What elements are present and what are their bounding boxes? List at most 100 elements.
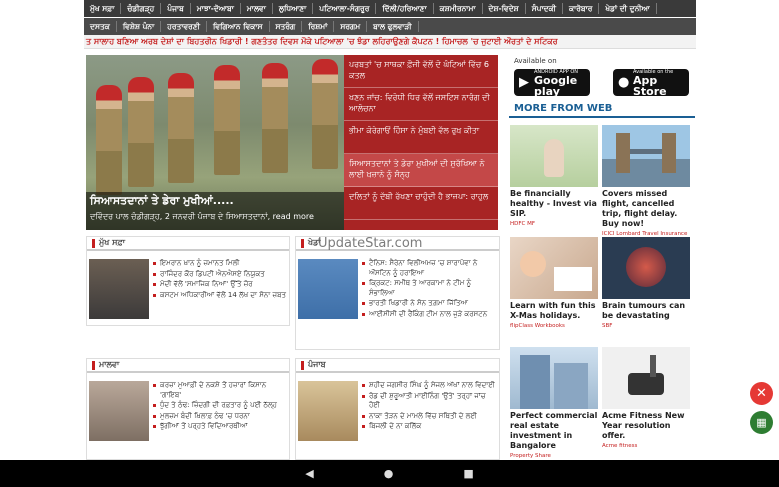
google-play-badge[interactable]: ▶ ANDROID APP ON Google play: [514, 69, 590, 97]
list-item[interactable]: ਮੁਲਜ਼ਮ ਬੰਦੀ ਖ਼ਿਲਾਫ਼ ਠੰਢ 'ਚ ਧਰਨਾ: [153, 412, 287, 422]
available-on-label: Available on: [514, 57, 557, 65]
news-thumbnail[interactable]: [89, 259, 149, 319]
nav-item[interactable]: ਕਸ਼ਮੀਰਨਾਮਾ: [434, 3, 483, 14]
nav-item[interactable]: ਦੇਸ਼-ਵਿਦੇਸ਼: [483, 3, 526, 14]
list-item[interactable]: ਟੈਨਿਸ: ਸੈਰੇਨਾ ਵਿਲੀਅਮਜ਼ 'ਚ ਸ਼ਾਰਾਪੋਵਾ ਨੇ ਔ…: [362, 259, 497, 278]
ad-card[interactable]: Brain tumours can be devastating SBF: [602, 237, 690, 329]
list-item[interactable]: ਧੁੰਦ ਤੇ ਠੰਢ: ਜ਼ਿੰਦਗੀ ਦੀ ਰਫ਼ਤਾਰ ਨੂੰ ਪਈ ਠੱ…: [153, 401, 287, 411]
soldier-figure: [96, 85, 122, 195]
news-list: ਕਰਜ਼ਾ ਮੁਆਫ਼ੀ ਦੇ ਨਕਸ਼ੇ ਤੋਂ ਹਜ਼ਾਰਾਂ ਕਿਸਾਨ …: [153, 381, 287, 433]
more-from-web-header: MORE FROM WEB: [509, 103, 695, 118]
list-item[interactable]: ਇਮਰਾਨ ਖ਼ਾਨ ਨੂੰ ਜ਼ਮਾਨਤ ਮਿਲੀ: [153, 259, 287, 269]
ad-card[interactable]: Learn with fun this X-Mas holidays. flip…: [510, 237, 598, 329]
news-thumbnail[interactable]: [89, 381, 149, 441]
list-item[interactable]: ਸ਼ਹੀਦ ਜਗਸੀਰ ਸਿੰਘ ਨੂੰ ਸੇਜਲ ਅੱਖਾਂ ਨਾਲ ਵਿਦਾ…: [362, 381, 497, 391]
home-icon[interactable]: ●: [384, 467, 394, 480]
list-item[interactable]: ਭਾਰਤੀ ਖਿਡਾਰੀ ਨੇ ਸੋਨ ਤਗ਼ਮਾ ਜਿੱਤਿਆ: [362, 299, 497, 309]
app-store-badge[interactable]: ● Available on the App Store: [613, 69, 689, 97]
nav-item[interactable]: ਸਤਰੰਗ: [270, 21, 303, 32]
slider-caption[interactable]: ਦਵਿੰਦਰ ਪਾਲ ਚੰਡੀਗੜ੍ਹ, 2 ਜਨਵਰੀ ਪੰਜਾਬ ਦੇ ਸਿ…: [90, 212, 314, 222]
news-list: ਸ਼ਹੀਦ ਜਗਸੀਰ ਸਿੰਘ ਨੂੰ ਸੇਜਲ ਅੱਖਾਂ ਨਾਲ ਵਿਦਾ…: [362, 381, 497, 433]
slider-title[interactable]: ਸਿਆਸਤਦਾਨਾਂ ਤੇ ਡੇਰਾ ਮੁਖੀਆਂ.....: [90, 194, 234, 208]
section-malwa: ਮਾਲਵਾ ਕਰਜ਼ਾ ਮੁਆਫ਼ੀ ਦੇ ਨਕਸ਼ੇ ਤੋਂ ਹਜ਼ਾਰਾਂ …: [86, 358, 290, 460]
back-icon[interactable]: ◀: [305, 467, 313, 480]
news-ticker[interactable]: ਤ ਸਾਲਾਹ ਬਣਿਆ ਅਰਬ ਦੇਸ਼ਾਂ ਦਾ ਬਿਹਤਰੀਨ ਖਿਡਾਰ…: [84, 35, 696, 49]
headline-item[interactable]: ਭੀਮਾ ਕੋਰੇਗਾਓਂ ਹਿੰਸਾ ਨੇ ਮੁੰਬਈ ਵੱਲ ਰੁਖ਼ ਕੀ…: [344, 121, 498, 154]
ad-image: [602, 347, 690, 409]
recents-icon[interactable]: ■: [463, 467, 473, 480]
nav-item[interactable]: ਸਰਗਮ: [334, 21, 368, 32]
soldier-figure: [214, 65, 240, 175]
nav-item[interactable]: ਵਿਗਿਆਨ ਵਿਕਾਸ: [207, 21, 270, 32]
ad-card[interactable]: Perfect commercial real estate investmen…: [510, 347, 598, 459]
ad-title[interactable]: Covers missed flight, cancelled trip, fl…: [602, 189, 690, 229]
nav-item[interactable]: ਚੰਡੀਗੜ੍ਹ: [121, 3, 162, 14]
news-thumbnail[interactable]: [298, 381, 358, 441]
ad-card[interactable]: Acme Fitness New Year resolution offer. …: [602, 347, 690, 449]
ad-image: [602, 237, 690, 299]
watermark-text: UpdateStar.com: [318, 236, 423, 251]
nav-item[interactable]: ਪਟਿਆਲਾ-ਸੰਗਰੂਰ: [313, 3, 377, 14]
close-fab-button[interactable]: ✕: [750, 382, 773, 405]
ad-title[interactable]: Brain tumours can be devastating: [602, 301, 690, 321]
section-main: ਮੁੱਖ ਸਫ਼ਾ ਇਮਰਾਨ ਖ਼ਾਨ ਨੂੰ ਜ਼ਮਾਨਤ ਮਿਲੀ ਰਾਜ…: [86, 236, 290, 326]
ad-source: flipClass Workbooks: [510, 323, 565, 329]
list-item[interactable]: ਕ੍ਰਿਕਟ: ਸਮੀਥ ਤੇ ਆਰਕਾਮਾ ਨੇ ਟੀਮ ਨੂੰ ਸੰਭਾਲਿ…: [362, 279, 497, 298]
ad-image: [510, 237, 598, 299]
section-title[interactable]: ਮਾਲਵਾ: [99, 360, 119, 370]
nav-item[interactable]: ਮਾਲਵਾ: [241, 3, 273, 14]
nav-item[interactable]: ਦਿੱਲੀ/ਹਰਿਆਣਾ: [376, 3, 434, 14]
list-item[interactable]: ਕਸਟਮ ਅਧਿਕਾਰੀਆਂ ਵੱਲੋਂ 14 ਲੱਖ ਦਾ ਸੋਨਾ ਜ਼ਬਤ: [153, 291, 287, 301]
list-item[interactable]: ਰਾਜਿੰਦਰ ਕੌਰ ਡਿਪਟੀ ਐਨਐਸਏ ਨਿਯੁਕਤ: [153, 270, 287, 280]
section-header: ਪੰਜਾਬ: [296, 359, 499, 373]
nav-item[interactable]: ਰਿਸ਼ਮਾਂ: [302, 21, 335, 32]
list-item[interactable]: ਆਈਸੀਸੀ ਦੀ ਰੈਂਕਿੰਗ ਟੀਮ ਨਾਲ ਜੁੜੇ ਕਰਸਟਨ: [362, 310, 497, 320]
list-item[interactable]: ਨਾਕਾ ਤੋੜਨ ਦੇ ਮਾਮਲੇ ਵਿੱਚ ਸਥਿਤੀ ਦੇ ਲਈ: [362, 412, 497, 422]
section-title[interactable]: ਪੰਜਾਬ: [308, 360, 326, 370]
ad-source: Acme fitness: [602, 443, 638, 449]
close-icon: ✕: [756, 386, 767, 401]
list-item[interactable]: ਝੁੱਗੀਆਂ ਤੋਂ ਪਰ੍ਹਤੇ ਵਿਦਿਆਰਥੀਆਂ: [153, 422, 287, 432]
nav-item[interactable]: ਸੰਪਾਦਕੀ: [526, 3, 564, 14]
headline-item[interactable]: ਖਣਨ ਜਾਂਚ: ਵਿਰੋਧੀ ਧਿਰ ਵੱਲੋਂ ਜਸਟਿਸ ਨਾਰੰਗ ਦ…: [344, 88, 498, 121]
ad-title[interactable]: Perfect commercial real estate investmen…: [510, 411, 598, 451]
list-item[interactable]: ਮੋਦੀ ਵੱਲੋਂ 'ਸਮਾਜਿਕ ਨਿਆਂ' ਉੱਤੇ ਜ਼ੋਰ: [153, 280, 287, 290]
list-item[interactable]: ਬਿਜਲੀ ਦੇ ਨਾ ਕਲਿੱਕ: [362, 422, 497, 432]
headline-item[interactable]: ਪਰਬਤਾਂ 'ਚ ਸਾਥਕਾ ਫ਼ੌਜੀ ਵੱਲੋਂ ਦੋ ਘੰਟਿਆਂ ਵਿ…: [344, 55, 498, 88]
nav-item[interactable]: ਲੁਧਿਆਣਾ: [273, 3, 314, 14]
ad-card[interactable]: Be financially healthy - Invest via SIP.…: [510, 125, 598, 227]
featured-slider[interactable]: ਸਿਆਸਤਦਾਨਾਂ ਤੇ ਡੇਰਾ ਮੁਖੀਆਂ..... ਦਵਿੰਦਰ ਪਾ…: [86, 55, 344, 230]
nav-item[interactable]: ਹਰਤਾਵਰਣੀ: [161, 21, 207, 32]
soldier-figure: [262, 63, 288, 173]
grid-icon: ▦: [756, 416, 767, 429]
nav-item[interactable]: ਖੇਡਾਂ ਦੀ ਦੁਨੀਆ: [599, 3, 657, 14]
section-header: ਮਾਲਵਾ: [87, 359, 289, 373]
nav-item[interactable]: ਬਾਲ ਫੁਲਵਾੜੀ: [367, 21, 419, 32]
nav-item[interactable]: ਦਸਤਕ: [84, 21, 117, 32]
ad-image: [602, 125, 690, 187]
ad-title[interactable]: Learn with fun this X-Mas holidays.: [510, 301, 598, 321]
nav-item[interactable]: ਪੰਜਾਬ: [161, 3, 191, 14]
headline-item-active[interactable]: ਸਿਆਸਤਦਾਨਾਂ ਤੇ ਡੇਰਾ ਮੁਖੀਆਂ ਦੀ ਸੁਰੱਖਿਆ ਨੇ …: [344, 154, 498, 187]
soldier-figure: [128, 77, 154, 187]
nav-item[interactable]: ਵਿਸ਼ੇਸ਼ ਪੰਨਾ: [117, 21, 162, 32]
android-icon: ▶: [519, 75, 529, 90]
nav-item[interactable]: ਮੁੱਖ ਸਫ਼ਾ: [84, 3, 122, 14]
nav-item[interactable]: ਮਾਝਾ-ਦੋਆਬਾ: [191, 3, 241, 14]
list-item[interactable]: ਰੋਡ ਦੀ ਸ਼ੁਰੂਆਤੀ ਮਾਈਨਿੰਗ 'ਉਤੇ' ਤਰ੍ਹਾਂ ਜਾਂ…: [362, 392, 497, 411]
nav-item[interactable]: ਕਾਰੋਬਾਰ: [563, 3, 600, 14]
list-item[interactable]: ਕਰਜ਼ਾ ਮੁਆਫ਼ੀ ਦੇ ਨਕਸ਼ੇ ਤੋਂ ਹਜ਼ਾਰਾਂ ਕਿਸਾਨ …: [153, 381, 287, 400]
ad-title[interactable]: Acme Fitness New Year resolution offer.: [602, 411, 690, 441]
headline-item[interactable]: ਦਲਿਤਾਂ ਨੂੰ ਦੱਬੀ ਰੱਖਣਾ ਚਾਹੁੰਦੀ ਹੈ ਭਾਜਪਾ: …: [344, 187, 498, 220]
secondary-nav: ਦਸਤਕ ਵਿਸ਼ੇਸ਼ ਪੰਨਾ ਹਰਤਾਵਰਣੀ ਵਿਗਿਆਨ ਵਿਕਾਸ ਸਤਰੰ…: [84, 18, 696, 35]
section-marker: [301, 360, 304, 370]
news-thumbnail[interactable]: [298, 259, 358, 319]
primary-nav: ਮੁੱਖ ਸਫ਼ਾ ਚੰਡੀਗੜ੍ਹ ਪੰਜਾਬ ਮਾਝਾ-ਦੋਆਬਾ ਮਾਲਵਾ ਲੁਧ…: [84, 0, 696, 17]
ad-title[interactable]: Be financially healthy - Invest via SIP.: [510, 189, 598, 219]
grid-fab-button[interactable]: ▦: [750, 411, 773, 434]
section-title[interactable]: ਮੁੱਖ ਸਫ਼ਾ: [99, 238, 125, 248]
news-list: ਟੈਨਿਸ: ਸੈਰੇਨਾ ਵਿਲੀਅਮਜ਼ 'ਚ ਸ਼ਾਰਾਪੋਵਾ ਨੇ ਔ…: [362, 259, 497, 320]
ad-card[interactable]: Covers missed flight, cancelled trip, fl…: [602, 125, 690, 237]
ad-image: [510, 347, 598, 409]
news-list: ਇਮਰਾਨ ਖ਼ਾਨ ਨੂੰ ਜ਼ਮਾਨਤ ਮਿਲੀ ਰਾਜਿੰਦਰ ਕੌਰ ਡ…: [153, 259, 287, 301]
